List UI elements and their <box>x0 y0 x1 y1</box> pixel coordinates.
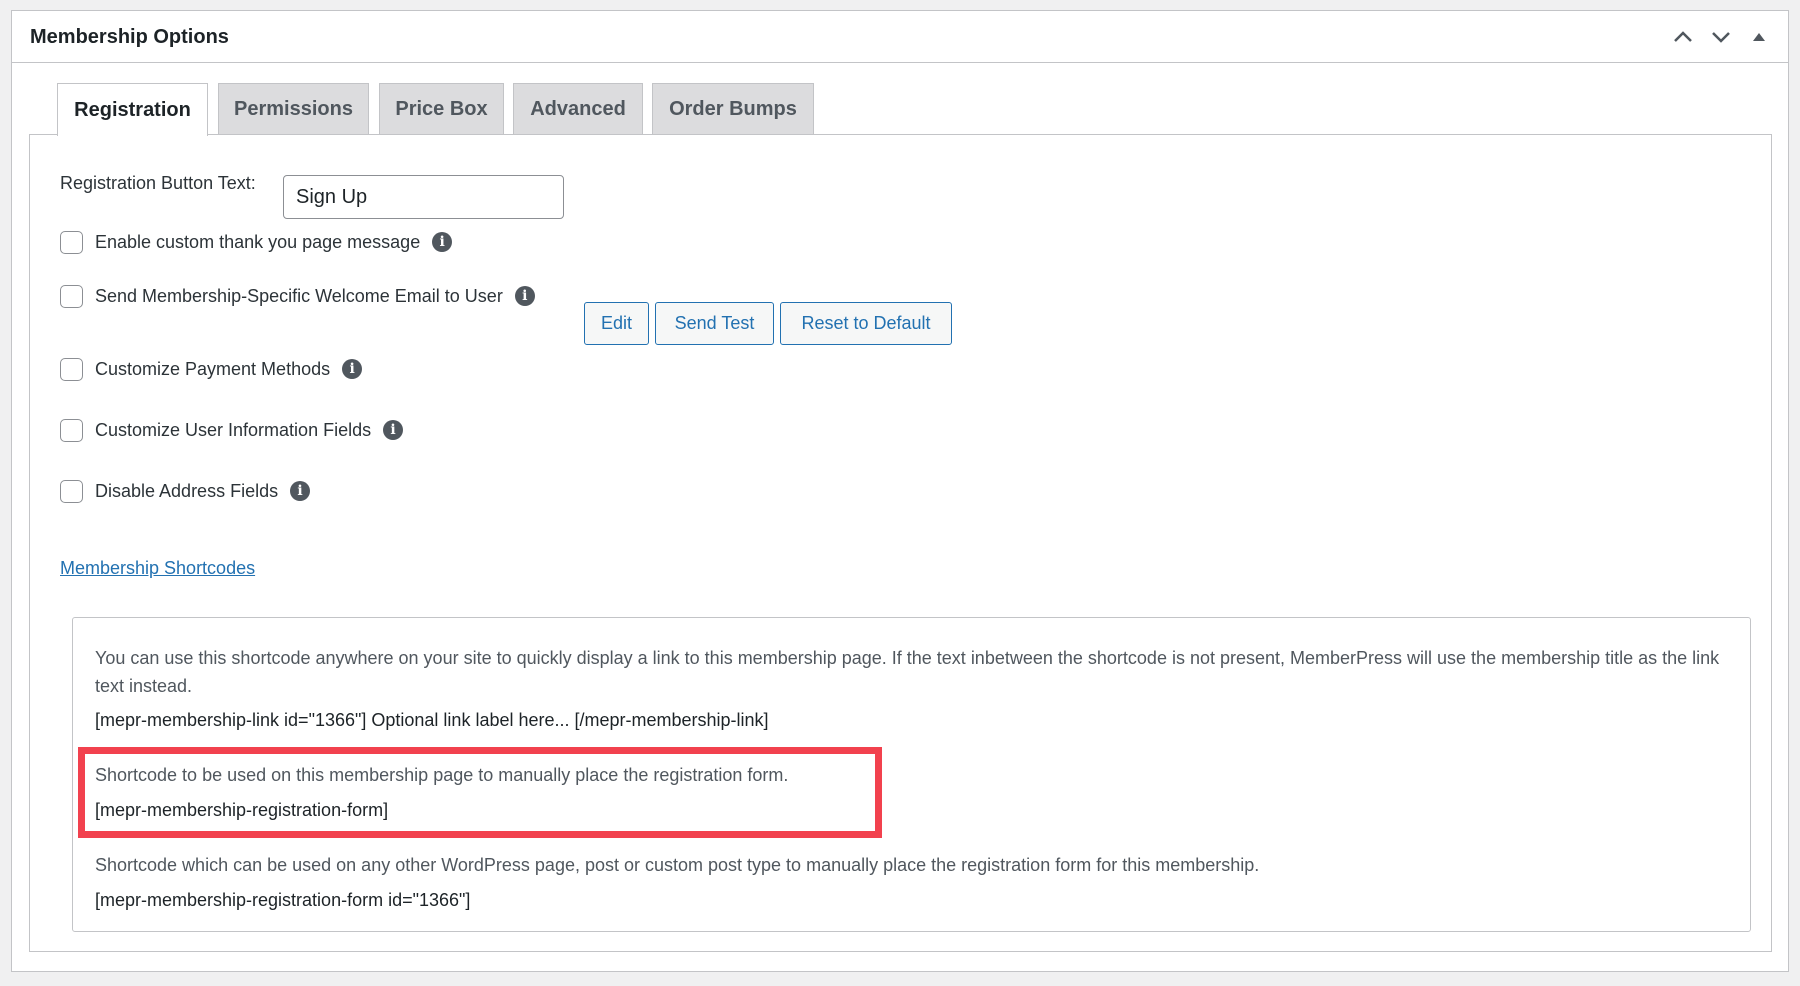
tab-registration[interactable]: Registration <box>57 83 208 136</box>
tab-price-box[interactable]: Price Box <box>379 83 504 135</box>
other-form-shortcode: [mepr-membership-registration-form id="1… <box>95 890 471 910</box>
link-shortcode: [mepr-membership-link id="1366"] Optiona… <box>95 710 769 730</box>
info-icon[interactable]: i <box>514 286 535 306</box>
panel-actions <box>1664 21 1778 53</box>
option-label: Disable Address Fields <box>95 480 279 501</box>
welcome-email-checkbox[interactable] <box>60 284 83 308</box>
move-up-button[interactable] <box>1664 21 1702 53</box>
option-label: Enable custom thank you page message <box>95 231 421 252</box>
registration-button-text-input[interactable] <box>283 175 564 219</box>
panel-header: Membership Options <box>12 11 1788 63</box>
tab-advanced[interactable]: Advanced <box>513 83 643 135</box>
thank-you-message-checkbox[interactable] <box>60 230 83 254</box>
other-form-shortcode-description: Shortcode which can be used on any other… <box>95 855 1260 875</box>
option-label: Send Membership-Specific Welcome Email t… <box>95 285 503 306</box>
shortcodes-box: You can use this shortcode anywhere on y… <box>72 617 1751 932</box>
reset-to-default-button[interactable]: Reset to Default <box>780 302 952 345</box>
option-label: Customize Payment Methods <box>95 358 331 379</box>
panel-title: Membership Options <box>30 26 229 48</box>
toggle-panel-button[interactable] <box>1740 21 1778 53</box>
info-icon[interactable]: i <box>432 232 453 252</box>
tab-order-bumps[interactable]: Order Bumps <box>652 83 814 135</box>
option-disable-address: Disable Address Fields i <box>60 476 311 506</box>
link-shortcode-description: You can use this shortcode anywhere on y… <box>95 648 1720 696</box>
membership-options-panel: Membership Options Registration Permissi… <box>11 10 1789 972</box>
option-thank-you-message: Enable custom thank you page message i <box>60 227 453 257</box>
page-form-shortcode: [mepr-membership-registration-form] <box>95 800 389 820</box>
payment-methods-checkbox[interactable] <box>60 357 83 381</box>
option-user-info-fields: Customize User Information Fields i <box>60 415 404 445</box>
membership-shortcodes-link[interactable]: Membership Shortcodes <box>60 558 255 579</box>
disable-address-checkbox[interactable] <box>60 479 83 503</box>
page-form-shortcode-description: Shortcode to be used on this membership … <box>95 765 789 785</box>
chevron-down-icon <box>1712 32 1730 43</box>
option-label: Customize User Information Fields <box>95 419 372 440</box>
option-welcome-email: Send Membership-Specific Welcome Email t… <box>60 281 535 311</box>
triangle-up-icon <box>1753 33 1765 41</box>
chevron-up-icon <box>1674 31 1692 42</box>
move-down-button[interactable] <box>1702 21 1740 53</box>
option-payment-methods: Customize Payment Methods i <box>60 354 363 384</box>
registration-button-text-label: Registration Button Text: <box>60 173 256 193</box>
send-test-button[interactable]: Send Test <box>655 302 774 345</box>
user-info-fields-checkbox[interactable] <box>60 418 83 442</box>
edit-email-button[interactable]: Edit <box>584 302 649 345</box>
info-icon[interactable]: i <box>383 420 404 440</box>
tab-permissions[interactable]: Permissions <box>218 83 369 135</box>
info-icon[interactable]: i <box>290 481 311 501</box>
info-icon[interactable]: i <box>342 359 363 379</box>
registration-tab-panel: Registration Button Text: Enable custom … <box>29 134 1772 952</box>
